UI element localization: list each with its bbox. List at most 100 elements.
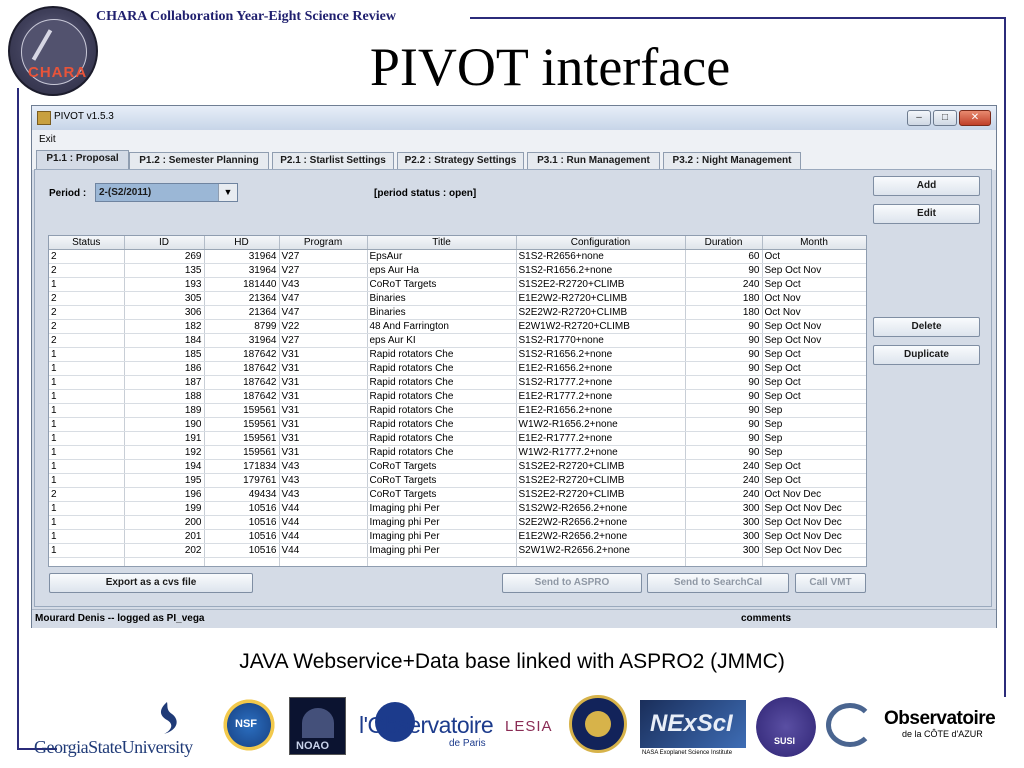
cell-title[interactable]: Rapid rotators Che xyxy=(367,347,517,362)
cell-duration[interactable]: 90 xyxy=(685,431,763,446)
tab-strategy-settings[interactable]: P2.2 : Strategy Settings xyxy=(397,152,524,169)
cell-id[interactable]: 190 xyxy=(124,417,205,432)
cell-month[interactable]: Oct xyxy=(762,249,866,264)
cell-title[interactable]: Imaging phi Per xyxy=(367,515,517,530)
cell-title[interactable]: eps Aur KI xyxy=(367,333,517,348)
duplicate-button[interactable]: Duplicate xyxy=(873,345,980,365)
cell-title[interactable]: CoRoT Targets xyxy=(367,473,517,488)
cell-status[interactable]: 1 xyxy=(49,529,125,544)
cell-hd[interactable]: 159561 xyxy=(204,417,280,432)
cell-status[interactable]: 1 xyxy=(49,277,125,292)
cell-month[interactable]: Sep Oct Nov xyxy=(762,263,866,278)
cell-id[interactable]: 305 xyxy=(124,291,205,306)
cell-program[interactable]: V31 xyxy=(279,417,368,432)
cell-title[interactable]: EpsAur xyxy=(367,249,517,264)
cell-status[interactable]: 1 xyxy=(49,361,125,376)
cell-id[interactable]: 195 xyxy=(124,473,205,488)
cell-program[interactable]: V44 xyxy=(279,515,368,530)
cell-configuration[interactable]: E1E2-R1777.2+none xyxy=(516,389,686,404)
cell-configuration[interactable]: S1S2-R1656.2+none xyxy=(516,347,686,362)
cell-program[interactable]: V31 xyxy=(279,347,368,362)
status-comments[interactable]: comments xyxy=(741,613,791,624)
column-header-program[interactable]: Program xyxy=(279,236,368,250)
cell-duration[interactable]: 90 xyxy=(685,361,763,376)
cell-status[interactable]: 1 xyxy=(49,459,125,474)
cell-configuration[interactable]: E1E2W2-R2656.2+none xyxy=(516,529,686,544)
delete-button[interactable]: Delete xyxy=(873,317,980,337)
cell-configuration[interactable]: S2W1W2-R2656.2+none xyxy=(516,543,686,558)
cell-hd[interactable]: 159561 xyxy=(204,445,280,460)
menu-exit[interactable]: Exit xyxy=(39,134,56,145)
cell-duration[interactable]: 90 xyxy=(685,319,763,334)
cell-duration[interactable]: 240 xyxy=(685,473,763,488)
cell-status[interactable]: 1 xyxy=(49,515,125,530)
cell-duration[interactable]: 90 xyxy=(685,389,763,404)
cell-month[interactable]: Oct Nov xyxy=(762,305,866,320)
cell-month[interactable]: Sep xyxy=(762,431,866,446)
cell-hd[interactable]: 159561 xyxy=(204,431,280,446)
column-header-hd[interactable]: HD xyxy=(204,236,280,250)
table-row[interactable]: 2 306 21364 V47 Binaries S2E2W2-R2720+CLIMB 18… xyxy=(49,305,866,320)
send-to-aspro-button[interactable]: Send to ASPRO xyxy=(502,573,642,593)
cell-status[interactable]: 2 xyxy=(49,305,125,320)
column-header-month[interactable]: Month xyxy=(762,236,866,250)
cell-hd[interactable]: 187642 xyxy=(204,375,280,390)
cell-title[interactable]: Rapid rotators Che xyxy=(367,389,517,404)
cell-id[interactable]: 188 xyxy=(124,389,205,404)
add-button[interactable]: Add xyxy=(873,176,980,196)
cell-duration[interactable]: 90 xyxy=(685,263,763,278)
cell-configuration[interactable]: S1S2E2-R2720+CLIMB xyxy=(516,487,686,502)
cell-status[interactable]: 1 xyxy=(49,389,125,404)
cell-month[interactable]: Sep Oct Nov xyxy=(762,319,866,334)
cell-hd[interactable]: 159561 xyxy=(204,403,280,418)
cell-month[interactable]: Sep xyxy=(762,403,866,418)
table-row[interactable]: 1 193 181440 V43 CoRoT Targets S1S2E2-R2720+C… xyxy=(49,277,866,292)
cell-configuration[interactable]: S1S2E2-R2720+CLIMB xyxy=(516,459,686,474)
cell-title[interactable]: Rapid rotators Che xyxy=(367,361,517,376)
cell-program[interactable]: V47 xyxy=(279,291,368,306)
cell-program[interactable]: V27 xyxy=(279,333,368,348)
cell-program[interactable]: V31 xyxy=(279,361,368,376)
cell-title[interactable]: Rapid rotators Che xyxy=(367,417,517,432)
cell-duration[interactable]: 90 xyxy=(685,347,763,362)
table-row[interactable]: 2 184 31964 V27 eps Aur KI S1S2-R1770+none 90 S… xyxy=(49,333,866,348)
table-row[interactable]: 2 135 31964 V27 eps Aur Ha S1S2-R1656.2+none 9… xyxy=(49,263,866,278)
cell-configuration[interactable]: S1S2E2-R2720+CLIMB xyxy=(516,277,686,292)
cell-hd[interactable]: 187642 xyxy=(204,347,280,362)
cell-status[interactable]: 1 xyxy=(49,501,125,516)
cell-status[interactable]: 1 xyxy=(49,431,125,446)
call-vmt-button[interactable]: Call VMT xyxy=(795,573,866,593)
cell-id[interactable]: 135 xyxy=(124,263,205,278)
cell-program[interactable]: V47 xyxy=(279,305,368,320)
cell-duration[interactable]: 90 xyxy=(685,403,763,418)
table-row[interactable]: 1 200 10516 V44 Imaging phi Per S2E2W2-R2656.… xyxy=(49,515,866,530)
cell-hd[interactable]: 10516 xyxy=(204,501,280,516)
cell-configuration[interactable]: S1S2-R1777.2+none xyxy=(516,375,686,390)
cell-hd[interactable]: 8799 xyxy=(204,319,280,334)
cell-id[interactable]: 199 xyxy=(124,501,205,516)
cell-program[interactable]: V31 xyxy=(279,403,368,418)
cell-month[interactable]: Sep Oct Nov Dec xyxy=(762,543,866,558)
cell-title[interactable]: 48 And Farrington xyxy=(367,319,517,334)
table-row[interactable]: 1 189 159561 V31 Rapid rotators Che E1E2-R165… xyxy=(49,403,866,418)
cell-id[interactable]: 269 xyxy=(124,249,205,264)
cell-configuration[interactable]: S1S2-R1770+none xyxy=(516,333,686,348)
cell-status[interactable]: 1 xyxy=(49,445,125,460)
cell-configuration[interactable]: E1E2W2-R2720+CLIMB xyxy=(516,291,686,306)
cell-configuration[interactable]: S2E2W2-R2720+CLIMB xyxy=(516,305,686,320)
cell-month[interactable]: Sep Oct xyxy=(762,473,866,488)
cell-id[interactable]: 193 xyxy=(124,277,205,292)
cell-month[interactable]: Sep Oct xyxy=(762,347,866,362)
cell-status[interactable]: 1 xyxy=(49,403,125,418)
cell-title[interactable]: Binaries xyxy=(367,291,517,306)
column-header-status[interactable]: Status xyxy=(49,236,125,250)
cell-hd[interactable]: 10516 xyxy=(204,529,280,544)
cell-status[interactable]: 2 xyxy=(49,291,125,306)
cell-program[interactable]: V43 xyxy=(279,487,368,502)
table-row[interactable]: 1 199 10516 V44 Imaging phi Per S1S2W2-R2656.… xyxy=(49,501,866,516)
cell-status[interactable]: 1 xyxy=(49,375,125,390)
cell-configuration[interactable]: E2W1W2-R2720+CLIMB xyxy=(516,319,686,334)
cell-hd[interactable]: 10516 xyxy=(204,515,280,530)
cell-id[interactable]: 201 xyxy=(124,529,205,544)
column-header-title[interactable]: Title xyxy=(367,236,517,250)
